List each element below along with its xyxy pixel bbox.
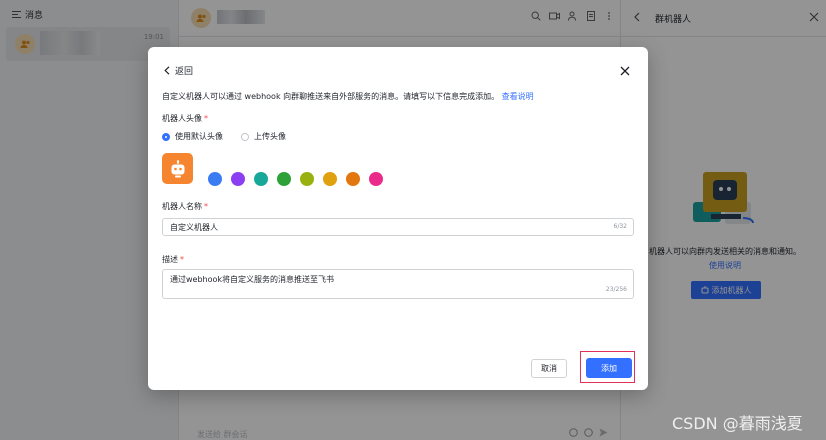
color-swatch-2[interactable]: [231, 172, 245, 186]
custom-bot-dialog: 返回 自定义机器人可以通过 webhook 向群聊推送来自外部服务的消息。请填写…: [148, 47, 648, 390]
cancel-button[interactable]: 取消: [531, 359, 567, 378]
back-button-label: 返回: [175, 67, 194, 77]
bot-name-value: 自定义机器人: [170, 223, 218, 232]
radio-upload-avatar[interactable]: 上传头像: [241, 131, 286, 142]
radio-checked-icon: [162, 132, 170, 141]
back-button[interactable]: 返回: [164, 64, 193, 77]
description-label-text: 描述: [162, 255, 178, 264]
avatar-field-label: 机器人头像 *: [162, 113, 208, 124]
bot-avatar-preview: [162, 153, 193, 184]
radio-upload-avatar-label: 上传头像: [254, 132, 286, 141]
color-swatch-3[interactable]: [254, 172, 268, 186]
view-instructions-link[interactable]: 查看说明: [502, 92, 534, 101]
description-value: 通过webhook将自定义服务的消息推送至飞书: [170, 275, 335, 284]
color-swatch-8[interactable]: [369, 172, 383, 186]
robot-icon: [171, 159, 184, 177]
required-mark: *: [180, 255, 184, 264]
bot-name-char-count: 6/32: [613, 223, 627, 230]
avatar-source-radio-group: 使用默认头像 上传头像: [162, 131, 286, 142]
description-char-count: 23/256: [605, 286, 627, 293]
color-swatch-7[interactable]: [346, 172, 360, 186]
color-swatch-6[interactable]: [323, 172, 337, 186]
color-swatch-5[interactable]: [300, 172, 314, 186]
chevron-left-icon: [164, 66, 170, 75]
watermark: CSDN @暮雨浅夏: [672, 414, 803, 433]
dialog-intro: 自定义机器人可以通过 webhook 向群聊推送来自外部服务的消息。请填写以下信…: [162, 91, 534, 102]
close-icon[interactable]: [618, 64, 632, 78]
radio-default-avatar[interactable]: 使用默认头像: [162, 131, 223, 142]
intro-text: 自定义机器人可以通过 webhook 向群聊推送来自外部服务的消息。请填写以下信…: [162, 92, 500, 101]
required-mark: *: [204, 202, 208, 211]
bot-name-input[interactable]: 自定义机器人 6/32: [162, 218, 634, 236]
radio-unchecked-icon: [241, 132, 249, 141]
bot-name-label-text: 机器人名称: [162, 202, 202, 211]
description-textarea[interactable]: 通过webhook将自定义服务的消息推送至飞书 23/256: [162, 269, 634, 299]
color-swatch-4[interactable]: [277, 172, 291, 186]
description-label: 描述 *: [162, 254, 184, 265]
radio-default-avatar-label: 使用默认头像: [175, 132, 223, 141]
required-mark: *: [204, 114, 208, 123]
add-button[interactable]: 添加: [586, 358, 632, 378]
color-swatch-1[interactable]: [208, 172, 222, 186]
avatar-field-label-text: 机器人头像: [162, 114, 202, 123]
avatar-color-picker: [208, 172, 383, 186]
bot-name-label: 机器人名称 *: [162, 201, 208, 212]
